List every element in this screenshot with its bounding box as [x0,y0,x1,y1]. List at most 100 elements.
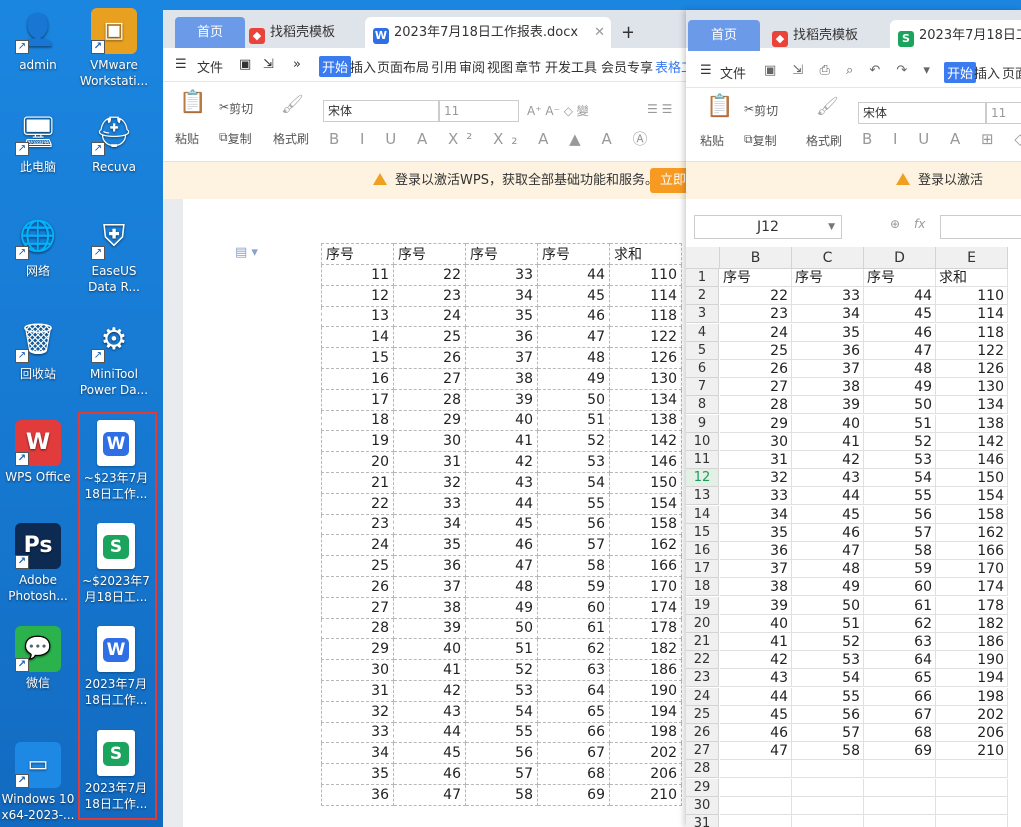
table-cell[interactable]: 11 [321,264,394,286]
table-cell[interactable]: 15 [321,347,394,369]
row-header[interactable]: 17 [686,560,719,579]
quick-access-icons[interactable]: ▣ ⇲ ⎙ ⌕ ↶ ↷ ▾ [764,63,936,78]
sheet-cell[interactable]: 序号 [864,269,936,287]
sheet-cell[interactable]: 31 [720,451,792,469]
sheet-cell[interactable]: 46 [864,323,936,342]
table-cell[interactable]: 35 [465,305,538,328]
table-cell[interactable]: 24 [321,534,394,557]
table-cell[interactable]: 49 [537,367,610,390]
sheet-cell[interactable]: 38 [720,578,792,597]
table-cell[interactable]: 26 [393,347,466,369]
table-cell[interactable]: 38 [465,367,538,390]
table-cell[interactable]: 16 [321,367,394,390]
row-header[interactable]: 11 [686,451,719,469]
sheet-cell[interactable]: 43 [720,669,792,688]
sheet-cell[interactable]: 194 [936,669,1008,688]
table-cell[interactable]: 32 [393,471,466,494]
row-header[interactable]: 7 [686,378,719,397]
save-icon[interactable]: ▣ [239,57,251,72]
table-cell[interactable]: 48 [465,575,538,598]
sheet-cell[interactable]: 46 [720,724,792,742]
sheet-cell[interactable]: 34 [792,305,864,324]
sheet-cell[interactable]: 166 [936,542,1008,560]
copy-button[interactable]: ⧉ 复制 [219,130,252,146]
table-cell[interactable]: 17 [321,388,394,411]
sheet-cell[interactable]: 134 [936,396,1008,415]
table-cell[interactable]: 12 [321,284,394,307]
format-painter-icon[interactable]: 🖌 [281,94,304,115]
sheet-cell[interactable]: 170 [936,560,1008,579]
table-cell[interactable]: 52 [465,659,538,681]
sheet-cell[interactable]: 65 [864,669,936,688]
sheet-cell[interactable]: 118 [936,323,1008,342]
table-cell[interactable]: 154 [609,492,682,515]
table-cell[interactable]: 40 [465,409,538,432]
table-cell[interactable]: 27 [393,367,466,390]
table-cell[interactable]: 45 [393,742,466,765]
table-cell[interactable]: 56 [465,742,538,765]
table-cell[interactable]: 19 [321,430,394,453]
row-header[interactable]: 4 [686,323,719,342]
table-cell[interactable]: 42 [393,679,466,702]
sheet-cell[interactable]: 58 [864,542,936,560]
sheet-cell[interactable]: 49 [792,578,864,597]
font-size-select[interactable]: 11 [439,100,519,122]
list-icon[interactable]: ☰ ☰ [647,102,672,116]
sheet-cell[interactable]: 154 [936,487,1008,506]
row-header[interactable]: 1 [686,269,719,287]
sheet-cell[interactable] [936,778,1008,797]
sheet-cell[interactable]: 138 [936,414,1008,433]
table-cell[interactable]: 36 [393,555,466,577]
selected-file[interactable]: W 2023年7月18日工作... [78,626,154,708]
sheet-cell[interactable]: 41 [720,633,792,651]
desktop-icon[interactable]: ▣ ↗ VMware Workstati... [76,8,152,89]
sheet-cell[interactable]: 28 [720,396,792,415]
menu-start[interactable]: 开始 [319,56,352,77]
row-header[interactable]: 23 [686,669,719,688]
sheet-cell[interactable]: 27 [720,378,792,397]
table-cell[interactable]: 28 [393,388,466,411]
font-family-select[interactable]: 宋体 [323,100,439,122]
sheet-cell[interactable]: 162 [936,523,1008,542]
table-cell[interactable]: 44 [465,492,538,515]
table-cell[interactable]: 56 [537,513,610,536]
row-header[interactable]: 2 [686,287,719,306]
table-cell[interactable]: 174 [609,596,682,619]
table-cell[interactable]: 57 [465,763,538,785]
sheet-cell[interactable]: 48 [864,360,936,378]
row-header[interactable]: 15 [686,523,719,542]
table-cell[interactable]: 36 [465,326,538,349]
row-header[interactable]: 9 [686,414,719,433]
table-cell[interactable]: 138 [609,409,682,432]
table-cell[interactable]: 33 [465,264,538,286]
sheet-cell[interactable]: 51 [792,614,864,633]
table-cell[interactable]: 29 [393,409,466,432]
row-header[interactable]: 5 [686,341,719,360]
row-header[interactable]: 14 [686,505,719,524]
sheet-cell[interactable]: 25 [720,341,792,360]
row-header[interactable]: 10 [686,432,719,451]
table-cell[interactable]: 51 [537,409,610,432]
table-cell[interactable]: 44 [393,721,466,744]
sheet-cell[interactable]: 202 [936,705,1008,724]
table-cell[interactable]: 46 [393,763,466,785]
sheet-cell[interactable]: 206 [936,724,1008,742]
close-icon[interactable]: ✕ [594,17,605,48]
desktop-icon[interactable]: ⛑ ↗ Recuva [76,110,152,175]
table-cell[interactable]: 13 [321,305,394,328]
table-cell[interactable]: 55 [537,492,610,515]
row-header[interactable]: 19 [686,596,719,615]
paste-button[interactable]: 粘贴 [700,132,724,149]
sheet-cell[interactable]: 39 [792,396,864,415]
table-cell[interactable]: 38 [393,596,466,619]
table-cell[interactable]: 186 [609,659,682,681]
sheet-cell[interactable] [864,760,936,779]
table-cell[interactable]: 43 [465,471,538,494]
table-cell[interactable]: 29 [321,638,394,661]
table-cell[interactable]: 14 [321,326,394,349]
row-header[interactable]: 16 [686,542,719,560]
cut-button[interactable]: ✂ 剪切 [744,102,778,118]
menu-layout[interactable]: 页面 [1002,63,1021,82]
sheet-cell[interactable]: 62 [864,614,936,633]
menu-reference[interactable]: 引用 [431,57,457,76]
